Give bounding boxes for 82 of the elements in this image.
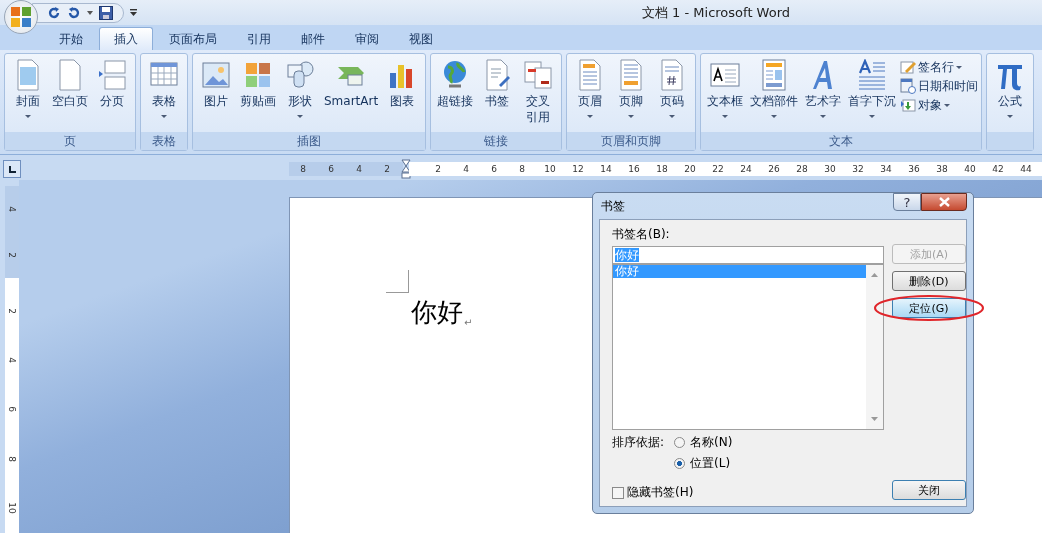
ribbon-button[interactable]: 艺术字 — [802, 57, 845, 132]
dialog-title: 书签 — [601, 198, 625, 215]
ribbon-button[interactable]: 文档部件 — [747, 57, 802, 132]
ruler-number: 30 — [823, 163, 837, 176]
ruler-number: 4 — [7, 206, 17, 212]
checkbox-label: 隐藏书签(H) — [627, 484, 694, 501]
dialog-button[interactable]: 删除(D) — [892, 271, 966, 291]
ruler-number: 12 — [571, 163, 585, 176]
ruler-number: 18 — [655, 163, 669, 176]
ruler-number: 22 — [711, 163, 725, 176]
ribbon-button[interactable]: 对象 — [900, 97, 979, 113]
ribbon-button[interactable]: 书签 — [477, 57, 518, 132]
ruler-number: 2 — [434, 163, 442, 176]
ruler-number: 44 — [1019, 163, 1033, 176]
ribbon-button[interactable]: 空白页 — [49, 57, 91, 132]
ruler-number: 6 — [490, 163, 498, 176]
ribbon-button[interactable]: 首字下沉 — [845, 57, 900, 132]
ruler-number: 36 — [907, 163, 921, 176]
group-label: 插图 — [297, 134, 322, 148]
group-label: 表格 — [152, 134, 176, 148]
window-title: 文档 1 - Microsoft Word — [641, 4, 791, 20]
ruler-number: 8 — [299, 163, 307, 176]
ribbon-button[interactable]: 图片 — [196, 57, 236, 132]
ruler-number: 24 — [739, 163, 753, 176]
ruler-number: 4 — [7, 357, 17, 363]
ruler-number: 20 — [683, 163, 697, 176]
ruler-number: 10 — [543, 163, 557, 176]
dialog-button[interactable]: 定位(G) — [892, 298, 966, 318]
ribbon-tab[interactable]: 开始 — [45, 28, 97, 50]
ruler-number: 6 — [7, 406, 17, 413]
ruler-number: 4 — [462, 163, 470, 176]
ribbon-button[interactable]: 页码 — [652, 57, 693, 132]
ruler-number: 4 — [355, 163, 363, 176]
field-label: 书签名(B): — [612, 226, 671, 243]
group-label: 页眉和页脚 — [601, 134, 662, 148]
ribbon-tab[interactable]: 视图 — [395, 28, 447, 50]
ruler-number: 10 — [7, 502, 17, 514]
ruler-number: 32 — [851, 163, 865, 176]
ribbon-button[interactable]: 页眉 — [570, 57, 611, 132]
ruler-number: 2 — [383, 163, 391, 176]
ruler-number: 8 — [7, 456, 17, 462]
paragraph-mark: ↵ — [464, 317, 473, 328]
ribbon-button[interactable]: SmartArt — [321, 57, 382, 132]
document-text: 你好 — [411, 296, 463, 328]
ruler-number: 6 — [327, 163, 335, 176]
radio-label: 名称(N) — [690, 434, 733, 451]
dialog-button[interactable]: 关闭 — [892, 480, 966, 500]
ribbon-button[interactable]: 形状 — [280, 57, 320, 132]
ruler-number: 40 — [963, 163, 977, 176]
ribbon-tab[interactable]: 引用 — [233, 28, 285, 50]
ruler-number: 2 — [7, 252, 17, 258]
group-label: 文本 — [829, 134, 854, 148]
ribbon-tab[interactable]: 插入 — [99, 27, 153, 50]
help-button[interactable]: ? — [893, 193, 921, 211]
ribbon-button[interactable]: 图表 — [382, 57, 423, 132]
ruler-number: 42 — [991, 163, 1005, 176]
ruler-number: 34 — [879, 163, 893, 176]
ribbon-button[interactable]: 表格 — [144, 57, 184, 132]
ruler-number: 16 — [627, 163, 641, 176]
ribbon-button[interactable]: 日期和时间 — [900, 78, 979, 94]
ruler-number: 26 — [767, 163, 781, 176]
ribbon-button[interactable]: 封面 — [8, 57, 48, 132]
ribbon-tab[interactable]: 邮件 — [287, 28, 339, 50]
ribbon-button[interactable]: 签名行 — [900, 59, 979, 75]
group-label: 页 — [64, 134, 76, 148]
ribbon-button[interactable]: 分页 — [92, 57, 132, 132]
group-label: 链接 — [484, 134, 509, 148]
ruler-number: 38 — [935, 163, 949, 176]
ribbon-button[interactable]: 超链接 — [434, 57, 477, 132]
radio-label: 位置(L) — [690, 455, 731, 472]
sort-label: 排序依据: — [612, 434, 665, 451]
ribbon-button[interactable]: 页脚 — [611, 57, 652, 132]
ruler-number: 14 — [599, 163, 613, 176]
ribbon-button[interactable]: 剪贴画 — [237, 57, 279, 132]
ribbon-tab[interactable]: 审阅 — [341, 28, 393, 50]
ribbon-tab[interactable]: 页面布局 — [155, 28, 231, 50]
ruler-number: 8 — [518, 163, 526, 176]
ruler-number: 28 — [795, 163, 809, 176]
ribbon-button[interactable]: 文本框 — [704, 57, 747, 132]
ribbon-button[interactable]: 公式 — [990, 57, 1031, 132]
ribbon-button[interactable]: 交叉引用 — [518, 57, 559, 132]
ruler-number: 2 — [7, 307, 17, 314]
